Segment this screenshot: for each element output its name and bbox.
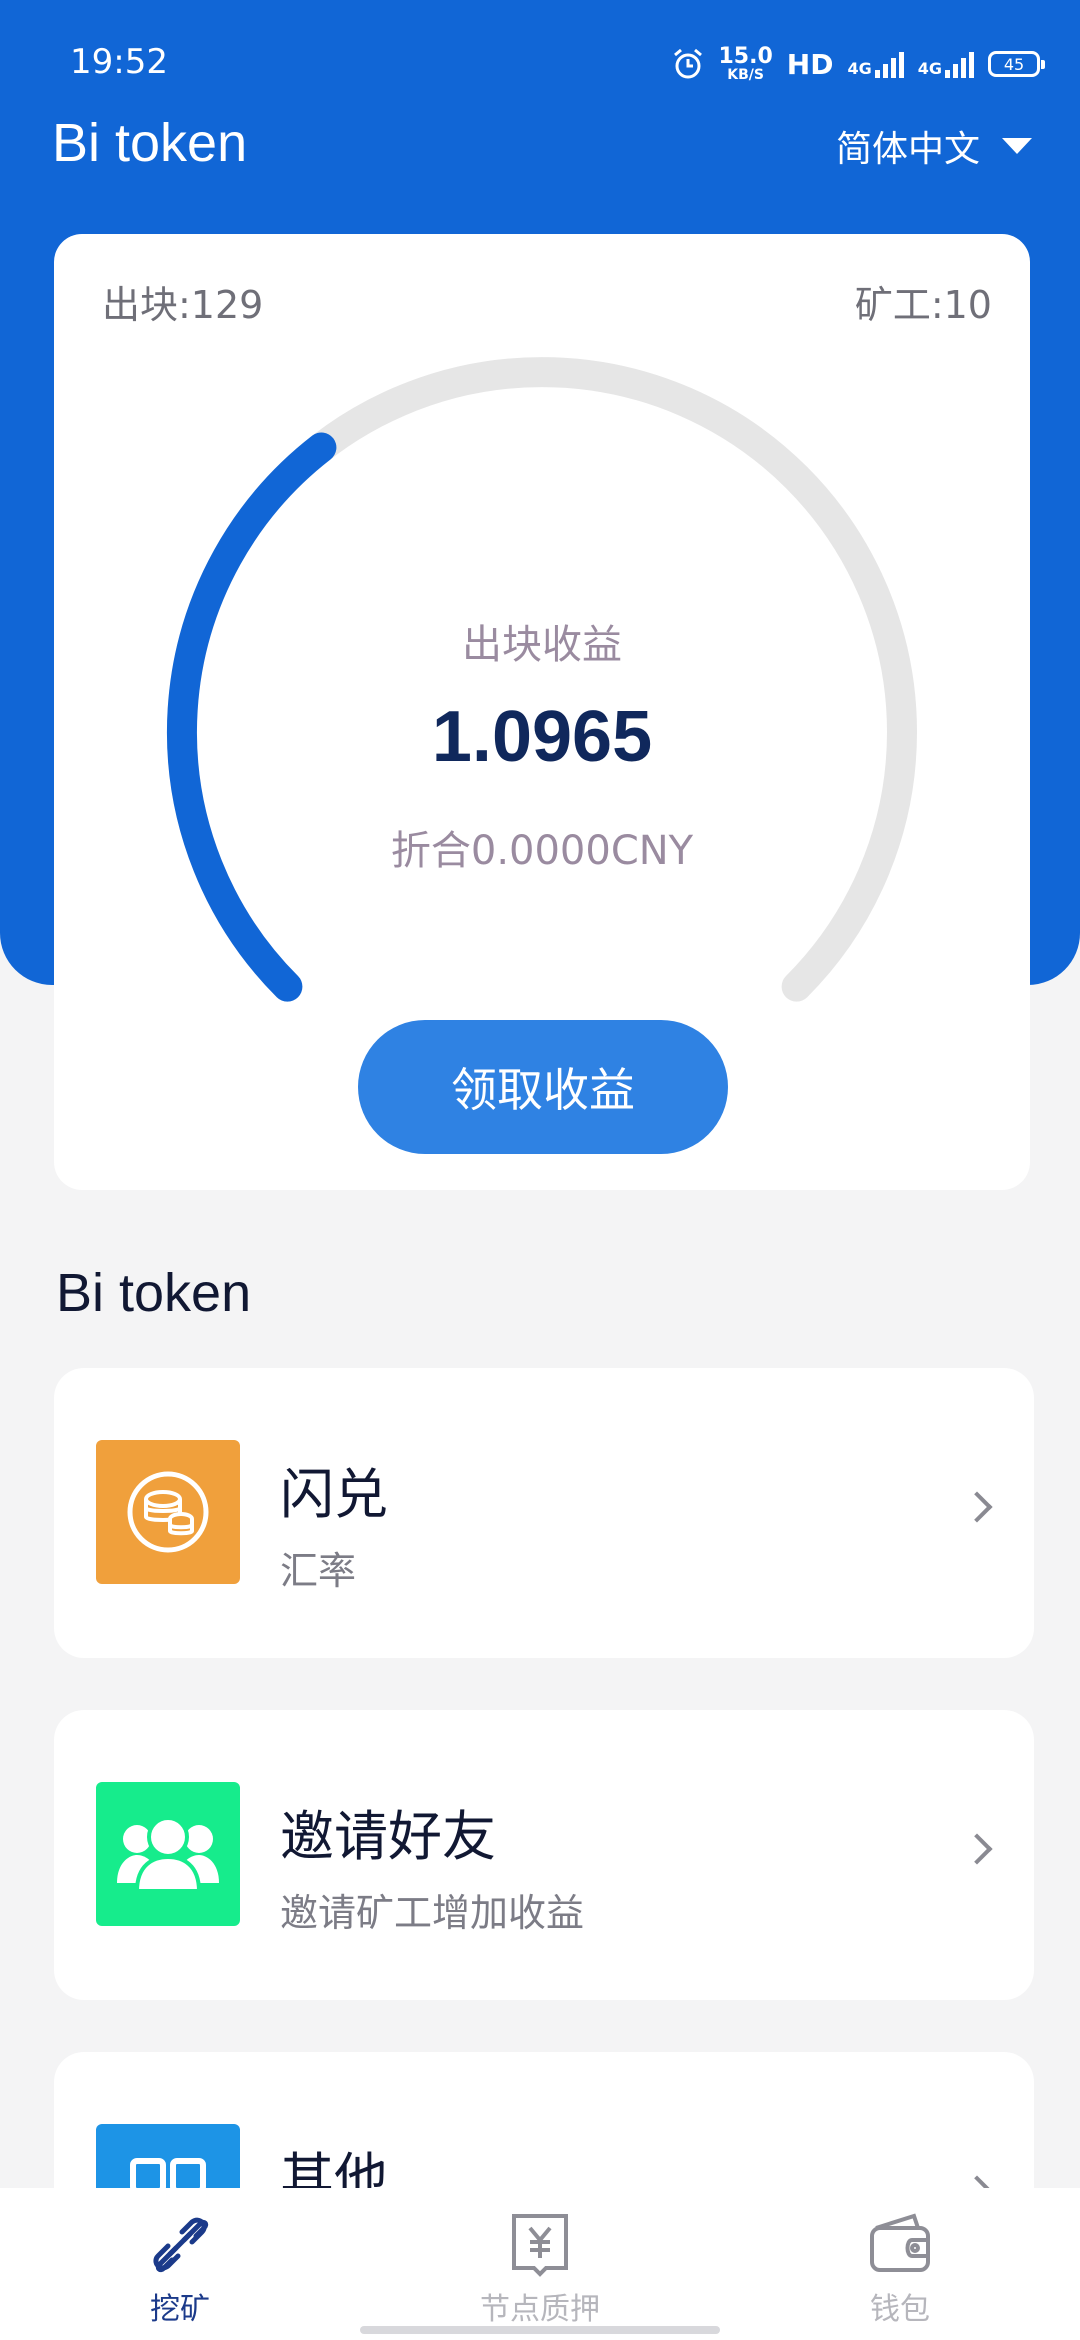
status-icons: 15.0 KB/S HD 4G 4G 45 [671, 44, 1045, 84]
tab-wallet[interactable]: 钱包 [780, 2188, 1020, 2340]
tab-label: 节点质押 [480, 2292, 600, 2327]
menu-subtitle: 汇率 [280, 1549, 357, 1593]
earnings-value: 1.0965 [431, 697, 653, 777]
caret-down-icon [1002, 138, 1032, 154]
menu-item-flash-exchange[interactable]: 闪兑 汇率 [54, 1368, 1034, 1658]
net-speed: 15.0 KB/S [718, 44, 773, 83]
signal-4g-icon-2: 4G [918, 50, 974, 78]
mining-card: 出块:129 矿工:10 出块收益 1.0965 折合0.0000CNY 领取收… [54, 234, 1030, 1190]
claim-earnings-button[interactable]: 领取收益 [358, 1020, 728, 1154]
battery-icon: 45 [988, 51, 1045, 77]
tab-node-staking[interactable]: 节点质押 [420, 2188, 660, 2340]
app-title: Bi token [52, 113, 248, 173]
bottom-tab-bar: 挖矿 节点质押 钱包 [0, 2188, 1080, 2340]
tab-label: 钱包 [870, 2292, 930, 2327]
tab-label: 挖矿 [150, 2292, 210, 2327]
earnings-label: 出块收益 [462, 622, 622, 668]
chevron-right-icon [961, 1491, 993, 1523]
alarm-icon [673, 48, 702, 79]
tab-mining[interactable]: 挖矿 [60, 2188, 300, 2340]
earnings-cny: 折合0.0000CNY [390, 828, 694, 874]
home-indicator [360, 2326, 720, 2334]
status-time: 19:52 [70, 42, 168, 82]
menu-title: 邀请好友 [280, 1805, 496, 1868]
menu-title: 闪兑 [280, 1463, 388, 1526]
users-icon [96, 1782, 240, 1926]
wallet-icon [870, 2213, 930, 2272]
menu-item-invite-friends[interactable]: 邀请好友 邀请矿工增加收益 [54, 1710, 1034, 2000]
language-select[interactable]: 简体中文 [836, 120, 1032, 172]
status-bar: 19:52 15.0 KB/S HD 4G 4G 45 [0, 0, 1080, 120]
chevron-right-icon [961, 1833, 993, 1865]
hd-indicator: HD [786, 47, 834, 81]
section-title: Bi token [56, 1263, 252, 1323]
language-label: 简体中文 [835, 129, 980, 170]
link-icon [153, 2217, 209, 2273]
yuan-book-icon [512, 2214, 568, 2277]
coins-icon [96, 1440, 240, 1584]
signal-4g-icon: 4G [847, 50, 904, 78]
menu-subtitle: 邀请矿工增加收益 [280, 1891, 585, 1935]
